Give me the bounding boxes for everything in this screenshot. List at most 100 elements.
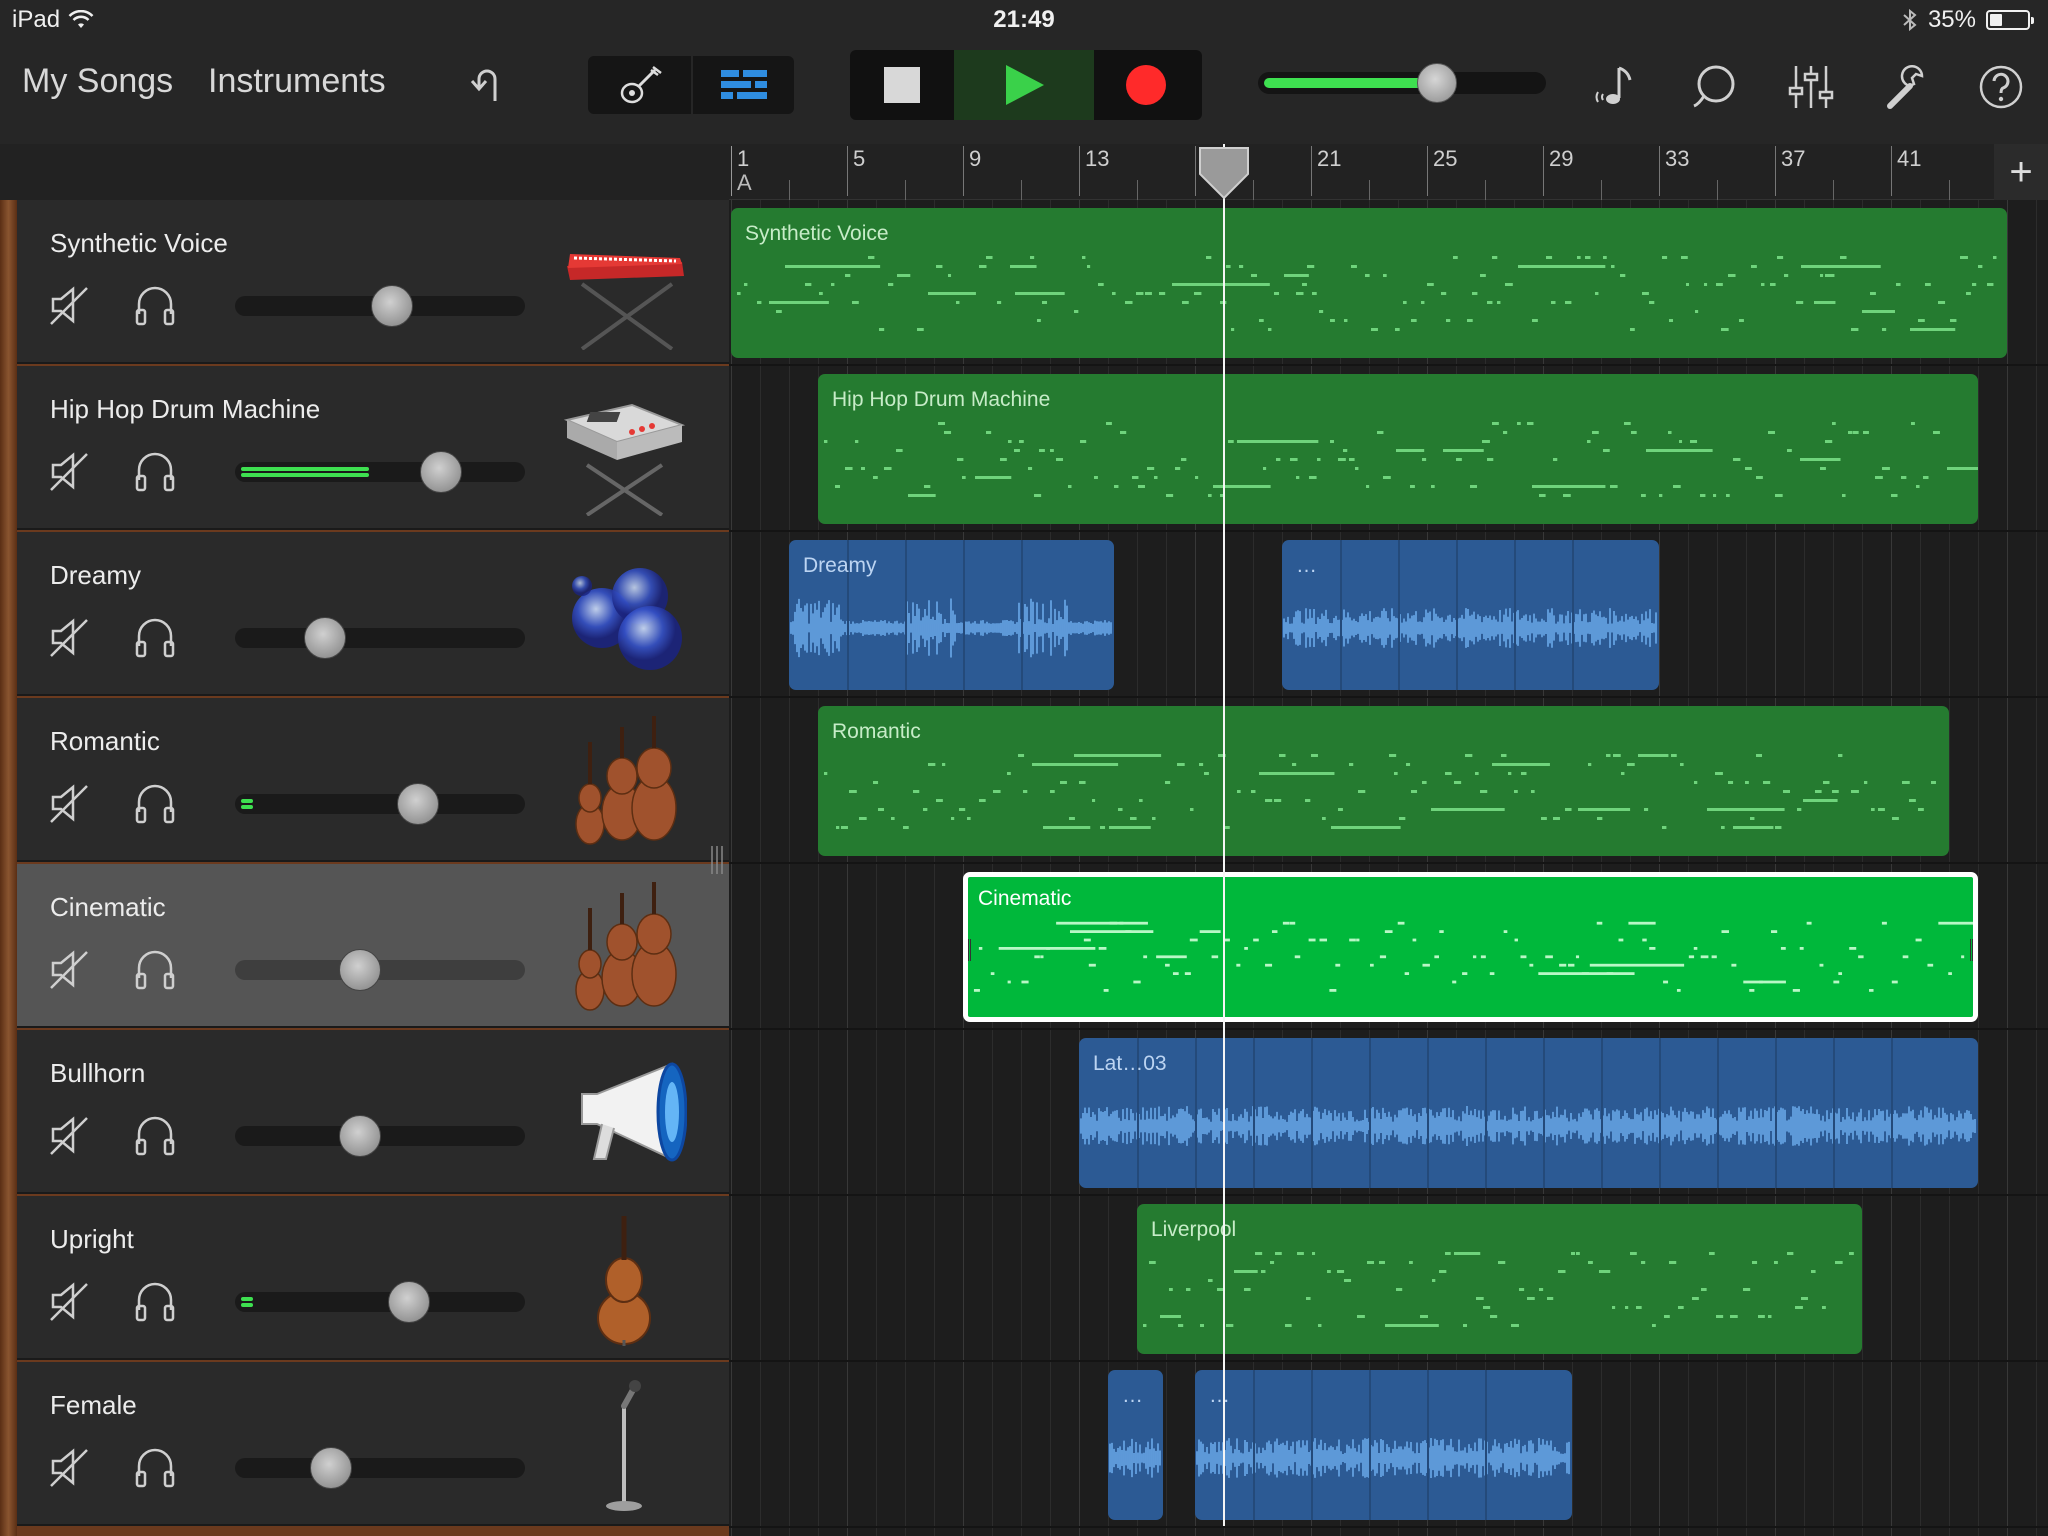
tracks-view-button[interactable] [691,56,794,114]
region-label: Lat…03 [1093,1052,1167,1075]
ruler-bar-number: 9 [963,146,981,196]
bubbles-icon [572,568,682,670]
master-volume-slider[interactable] [1258,63,1546,103]
midi-region[interactable]: Hip Hop Drum Machine [818,374,1978,524]
loop-icon [1693,65,1735,108]
mute-icon[interactable] [49,1114,91,1156]
mute-icon[interactable] [49,284,91,326]
timeline-ruler[interactable]: 1A591317212529333741 + [729,144,2048,200]
headphones-icon[interactable] [133,284,177,326]
view-switcher [588,56,794,114]
waveform [1080,1038,1976,1188]
track-header[interactable]: Upright [17,1196,729,1360]
midi-region[interactable]: Cinematic [963,872,1978,1022]
track-volume-knob[interactable] [338,1115,381,1157]
region-label: … [1209,1384,1230,1407]
track-volume-slider[interactable] [235,451,525,493]
track-header[interactable]: Hip Hop Drum Machine [17,366,729,530]
midi-notes [737,256,1997,331]
track-header[interactable]: Dreamy [17,532,729,696]
track-volume-knob[interactable] [338,949,381,991]
record-button[interactable] [1094,50,1198,120]
track-volume-slider[interactable] [235,285,525,327]
track-volume-slider[interactable] [235,1281,525,1323]
music-note-icon [1595,66,1632,104]
headphones-icon[interactable] [133,616,177,658]
mute-icon[interactable] [49,450,91,492]
track-volume-knob[interactable] [309,1447,352,1489]
undo-button[interactable] [460,62,510,108]
track-volume-slider[interactable] [235,1447,525,1489]
instruments-button[interactable]: Instruments [208,62,386,101]
mixer-button[interactable] [1784,60,1838,114]
guitar-icon [620,66,662,104]
headphones-icon[interactable] [133,1280,177,1322]
ruler-tick [1717,180,1718,200]
audio-region[interactable]: Lat…03 [1079,1038,1978,1188]
mute-icon[interactable] [49,1280,91,1322]
headphones-icon[interactable] [133,782,177,824]
stop-button[interactable] [850,50,954,120]
ruler-tick [1833,180,1834,200]
waveform [1283,540,1657,690]
track-volume-slider[interactable] [235,783,525,825]
headphones-icon[interactable] [133,1114,177,1156]
toolbar: My Songs Instruments [0,40,2048,144]
region-label: … [1296,554,1317,577]
track-name: Hip Hop Drum Machine [50,394,321,424]
my-songs-button[interactable]: My Songs [22,62,173,101]
master-volume-knob[interactable] [1416,63,1457,103]
audio-region[interactable]: … [1108,1370,1164,1520]
track-header[interactable]: Female [17,1362,729,1526]
mute-icon[interactable] [49,616,91,658]
audio-region[interactable]: … [1195,1370,1572,1520]
settings-button[interactable] [1882,60,1936,114]
track-volume-slider[interactable] [235,617,525,659]
instrument-view-button[interactable] [588,56,691,114]
waveform [1196,1370,1570,1520]
mute-icon[interactable] [49,1446,91,1488]
audio-region[interactable]: Dreamy [789,540,1114,690]
tracks-area[interactable]: Synthetic Voice Hip Hop Drum Machine Dream… [729,200,2048,1536]
mute-icon[interactable] [49,948,91,990]
track-header[interactable]: Synthetic Voice [17,200,729,364]
ruler-bar-number: 13 [1079,146,1109,196]
headphones-icon[interactable] [133,1446,177,1488]
track-volume-knob[interactable] [419,451,462,493]
region-right-handle[interactable] [1970,939,1973,961]
header-resize-grip[interactable] [708,844,726,876]
track-header[interactable]: Cinematic [17,864,729,1028]
help-button[interactable] [1974,60,2028,114]
region-left-handle[interactable] [968,939,971,961]
playhead-handle[interactable] [1198,144,1250,200]
stop-icon [884,67,920,103]
region-label: Hip Hop Drum Machine [832,388,1051,411]
clock: 21:49 [993,6,1055,33]
ruler-bar-number: 37 [1775,146,1805,196]
region-label: … [1122,1384,1143,1407]
play-button[interactable] [954,50,1094,120]
add-section-button[interactable]: + [1994,144,2048,200]
track-volume-knob[interactable] [303,617,346,659]
mute-icon[interactable] [49,782,91,824]
plus-icon: + [2009,149,2033,194]
track-volume-slider[interactable] [235,1115,525,1157]
ruler-tick [1369,180,1370,200]
track-name: Romantic [50,726,160,756]
audio-region[interactable]: … [1282,540,1659,690]
midi-region[interactable]: Synthetic Voice [731,208,2007,358]
metronome-button[interactable] [1588,60,1642,114]
midi-region[interactable]: Liverpool [1137,1204,1862,1354]
headphones-icon[interactable] [133,948,177,990]
track-header[interactable]: Bullhorn [17,1030,729,1194]
track-volume-slider[interactable] [235,949,525,991]
track-volume-knob[interactable] [396,783,439,825]
headphones-icon[interactable] [133,450,177,492]
track-volume-knob[interactable] [370,285,413,327]
midi-region[interactable]: Romantic [818,706,1949,856]
loop-browser-button[interactable] [1688,60,1742,114]
track-volume-knob[interactable] [388,1281,430,1323]
track-header[interactable]: Romantic [17,698,729,862]
ruler-tick [1601,180,1602,200]
strings-ensemble-icon [575,882,677,1011]
